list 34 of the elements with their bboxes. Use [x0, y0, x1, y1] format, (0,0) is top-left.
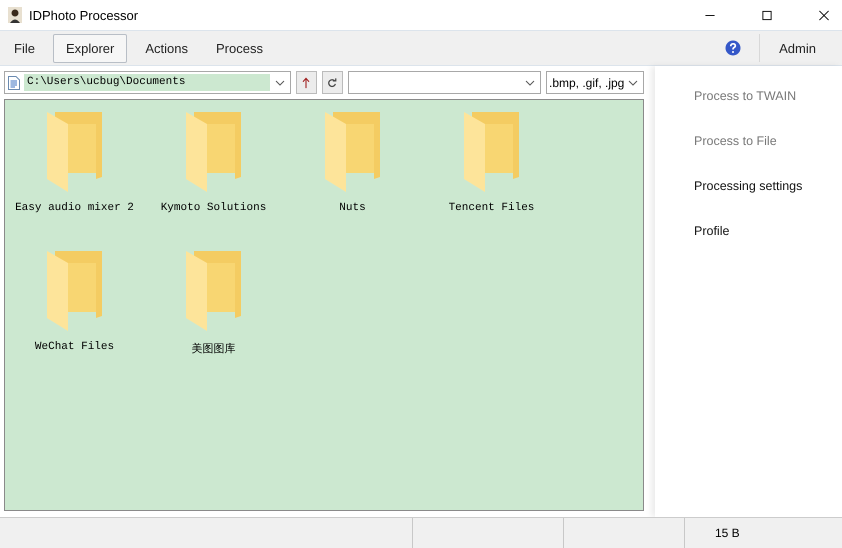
up-arrow-icon [301, 76, 312, 88]
action-link[interactable]: Processing settings [694, 179, 842, 193]
folder-name[interactable]: Tencent Files [448, 202, 534, 214]
folder-icon[interactable] [186, 251, 242, 331]
caret-icon [524, 80, 535, 86]
app-icon [8, 7, 22, 23]
folder-name[interactable]: Easy audio mixer 2 [15, 202, 134, 214]
folder-icon[interactable] [324, 112, 380, 192]
folder-icon[interactable] [46, 251, 102, 331]
folder-icon[interactable] [46, 112, 102, 192]
window-title: IDPhoto Processor [29, 8, 138, 22]
folder-name[interactable]: 美图图库 [192, 341, 236, 356]
caret-icon [274, 80, 285, 86]
menu-tab[interactable]: Explorer [52, 34, 128, 62]
action-link[interactable]: Profile [694, 224, 842, 238]
folder-name[interactable]: Kymoto Solutions [160, 202, 266, 214]
dropdown-field[interactable] [348, 71, 541, 94]
admin-menu[interactable]: Admin [769, 34, 826, 62]
folder-name[interactable]: Nuts [339, 202, 366, 214]
menu-tab[interactable]: Actions [135, 34, 198, 62]
refresh-button[interactable] [322, 71, 343, 94]
up-button[interactable] [296, 71, 317, 94]
folder-icon[interactable] [464, 112, 520, 192]
menu-tab[interactable]: File [4, 34, 45, 62]
folder-icon[interactable] [186, 112, 242, 192]
refresh-icon [327, 76, 338, 88]
status-text: 15 B [715, 526, 740, 540]
document-icon [8, 76, 20, 90]
caret-icon [628, 80, 638, 86]
folder-name[interactable]: WeChat Files [34, 341, 114, 353]
menu-tab[interactable]: Process [206, 34, 273, 62]
filter-combo[interactable]: .bmp, .gif, .jpg [546, 71, 644, 94]
help-icon[interactable] [725, 40, 742, 56]
path-combo[interactable]: C:\Users\ucbug\Documents [4, 71, 291, 94]
